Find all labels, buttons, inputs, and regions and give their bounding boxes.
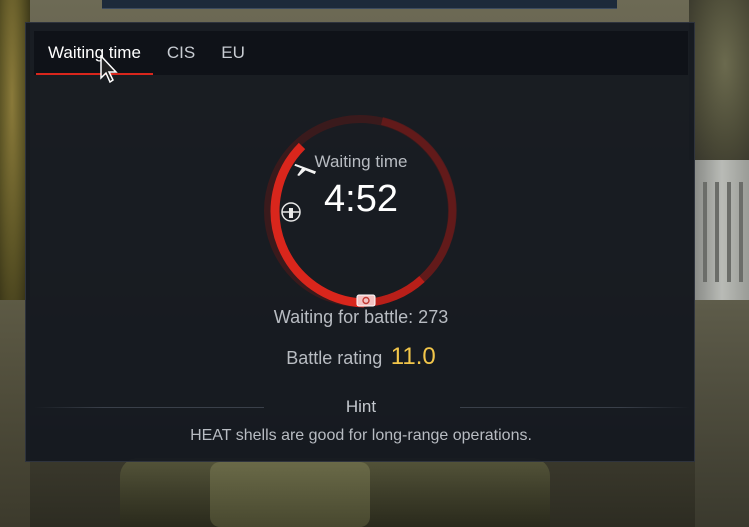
battle-rating-row: Battle rating 11.0: [26, 343, 696, 371]
building-column: [703, 182, 707, 282]
building: [695, 160, 749, 300]
tank-icon: [356, 294, 376, 307]
waiting-time-value: 4:52: [324, 178, 398, 220]
tab-bar: Waiting time CIS EU: [34, 31, 688, 75]
building-column: [715, 182, 719, 282]
tab-eu[interactable]: EU: [209, 31, 257, 75]
trees-right: [689, 0, 749, 160]
waiting-time-label: Waiting time: [314, 152, 408, 171]
building-column: [739, 182, 743, 282]
tank-turret: [210, 462, 370, 527]
mouse-cursor-icon: [100, 55, 118, 84]
queue-panel: Waiting time CIS EU Waiting time 4:52 Wa…: [25, 22, 695, 462]
hint-text: HEAT shells are good for long-range oper…: [190, 427, 532, 444]
building-column: [727, 182, 731, 282]
tab-waiting-time[interactable]: Waiting time: [36, 31, 153, 75]
hint-title: Hint: [345, 397, 377, 416]
waiting-for-battle: Waiting for battle: 273: [273, 307, 449, 327]
battle-rating-value: 11.0: [390, 343, 436, 370]
tab-cis[interactable]: CIS: [155, 31, 207, 75]
battle-rating-label: Battle rating: [286, 348, 383, 368]
top-strip: [102, 0, 617, 9]
ground-right: [695, 300, 749, 527]
